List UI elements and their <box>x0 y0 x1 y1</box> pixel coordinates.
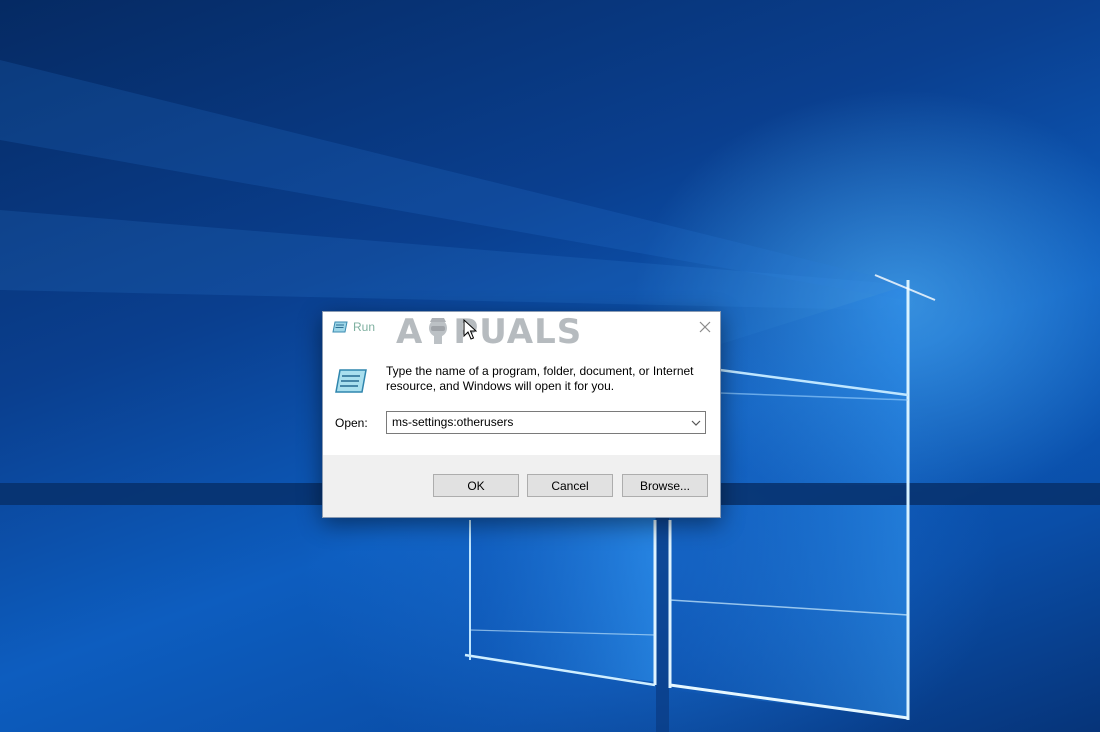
appuals-watermark: A PUALS <box>396 312 582 352</box>
run-large-icon <box>334 367 368 395</box>
run-dialog: Run A PUALS Type the name of a program, f… <box>322 311 721 518</box>
dialog-title: Run <box>353 320 376 334</box>
open-label: Open: <box>335 416 368 430</box>
open-input[interactable]: ms-settings:otherusers <box>392 415 513 429</box>
open-combobox[interactable]: ms-settings:otherusers <box>386 411 706 434</box>
close-icon <box>699 321 711 333</box>
chevron-down-icon <box>691 420 701 426</box>
mascot-icon <box>423 314 453 344</box>
watermark-text-left: A <box>396 312 424 352</box>
dialog-footer: OK Cancel Browse... <box>323 455 720 517</box>
close-button[interactable] <box>690 312 720 342</box>
ok-button[interactable]: OK <box>433 474 519 497</box>
mouse-pointer-icon <box>463 318 478 341</box>
cancel-button[interactable]: Cancel <box>527 474 613 497</box>
browse-button[interactable]: Browse... <box>622 474 708 497</box>
dropdown-button[interactable] <box>687 412 705 433</box>
instruction-text: Type the name of a program, folder, docu… <box>386 364 694 393</box>
titlebar[interactable]: Run A PUALS <box>323 312 720 352</box>
run-icon <box>332 320 348 334</box>
